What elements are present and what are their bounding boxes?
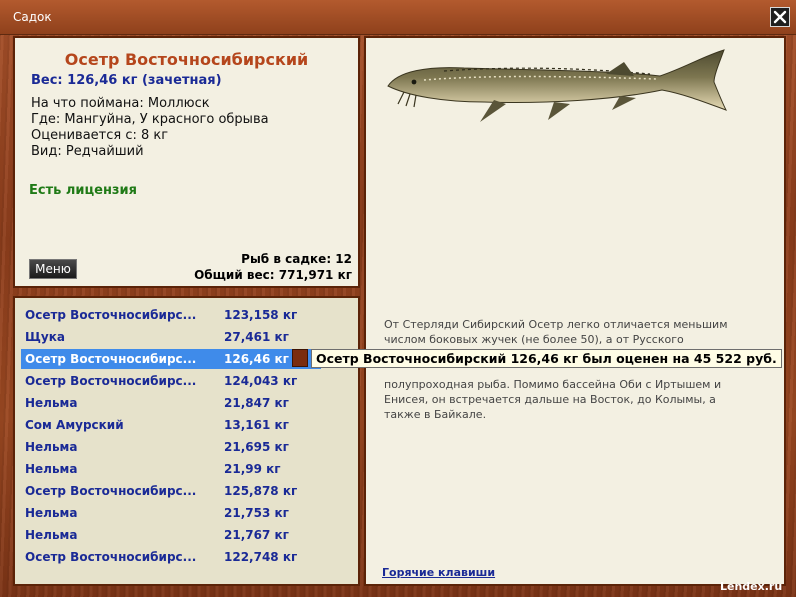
fish-list-item[interactable]: Нельма 21,753 кг xyxy=(21,503,321,523)
fish-item-name: Щука xyxy=(25,330,65,344)
fish-item-weight: 21,753 кг xyxy=(224,506,289,520)
fish-item-name: Нельма xyxy=(25,528,78,542)
fish-item-weight: 27,461 кг xyxy=(224,330,289,344)
license-status: Есть лицензия xyxy=(29,183,137,198)
fish-weight: Вес: 126,46 кг (зачетная) xyxy=(31,73,222,88)
fish-item-weight: 126,46 кг xyxy=(224,352,289,366)
fish-item-name: Нельма xyxy=(25,506,78,520)
fish-name-heading: Осетр Восточносибирский xyxy=(64,50,309,69)
fish-item-name: Осетр Восточносибирс... xyxy=(25,484,197,498)
description-line: также в Байкале. xyxy=(384,408,487,421)
fish-item-name: Нельма xyxy=(25,462,78,476)
fish-item-weight: 123,158 кг xyxy=(224,308,298,322)
value-tooltip: Осетр Восточносибирский 126,46 кг был оц… xyxy=(311,349,782,368)
fish-item-weight: 122,748 кг xyxy=(224,550,298,564)
description-line: Енисея, он встречается дальше на Восток,… xyxy=(384,393,716,406)
description-line: числом боковых жучек (не более 50), а от… xyxy=(384,333,684,346)
place-line: Где: Мангуйна, У красного обрыва xyxy=(31,112,269,127)
cage-count: Рыб в садке: 12 xyxy=(241,252,352,266)
fish-list-item-selected[interactable]: Осетр Восточносибирс... 126,46 кг xyxy=(21,349,321,369)
fish-list-item[interactable]: Щука 27,461 кг xyxy=(21,327,321,347)
rated-line: Оценивается с: 8 кг xyxy=(31,128,169,143)
rarity-line: Вид: Редчайший xyxy=(31,144,144,159)
close-icon xyxy=(773,10,787,24)
description-line: От Стерляди Сибирский Осетр легко отлича… xyxy=(384,318,728,331)
fish-description: От Стерляди Сибирский Осетр легко отлича… xyxy=(384,317,754,422)
fish-list-item[interactable]: Нельма 21,99 кг xyxy=(21,459,321,479)
sturgeon-image xyxy=(387,49,728,122)
fish-list-item[interactable]: Осетр Восточносибирс... 124,043 кг xyxy=(21,371,321,391)
fish-list-item[interactable]: Сом Амурский 13,161 кг xyxy=(21,415,321,435)
fish-item-weight: 21,695 кг xyxy=(224,440,289,454)
fish-item-name: Осетр Восточносибирс... xyxy=(25,308,197,322)
fish-item-name: Нельма xyxy=(25,396,78,410)
fish-list-item[interactable]: Осетр Восточносибирс... 123,158 кг xyxy=(21,305,321,325)
cage-total-weight: Общий вес: 771,971 кг xyxy=(194,268,352,282)
fish-item-weight: 13,161 кг xyxy=(224,418,289,432)
menu-button[interactable]: Меню xyxy=(29,259,77,279)
fish-item-name: Осетр Восточносибирс... xyxy=(25,550,197,564)
fish-list-item[interactable]: Нельма 21,767 кг xyxy=(21,525,321,545)
fish-list-item[interactable]: Осетр Восточносибирс... 122,748 кг xyxy=(21,547,321,567)
bait-line: На что поймана: Моллюск xyxy=(31,96,210,111)
titlebar: Садок xyxy=(0,0,796,35)
fish-list-item[interactable]: Осетр Восточносибирс... 125,878 кг xyxy=(21,481,321,501)
hotkeys-link[interactable]: Горячие клавиши xyxy=(382,566,495,579)
catch-info-panel: Осетр Восточносибирский Вес: 126,46 кг (… xyxy=(13,36,360,288)
list-scrollbar-thumb[interactable] xyxy=(292,349,308,367)
fish-item-weight: 21,99 кг xyxy=(224,462,281,476)
fish-list-item[interactable]: Нельма 21,695 кг xyxy=(21,437,321,457)
description-line: полупроходная рыба. Помимо бассейна Оби … xyxy=(384,378,722,391)
cage-window: Садок Осетр Восточносибирский Вес: 126,4… xyxy=(0,0,796,597)
watermark: Lendex.ru xyxy=(720,580,783,593)
description-panel: От Стерляди Сибирский Осетр легко отлича… xyxy=(364,36,786,586)
window-title: Садок xyxy=(13,10,52,24)
fish-list-item[interactable]: Нельма 21,847 кг xyxy=(21,393,321,413)
fish-item-name: Осетр Восточносибирс... xyxy=(25,352,197,366)
fish-item-weight: 125,878 кг xyxy=(224,484,298,498)
fish-item-weight: 124,043 кг xyxy=(224,374,298,388)
close-button[interactable] xyxy=(770,7,790,27)
fish-list-panel: Осетр Восточносибирс... 123,158 кг Щука … xyxy=(13,296,360,586)
fish-item-name: Нельма xyxy=(25,440,78,454)
fish-item-weight: 21,767 кг xyxy=(224,528,289,542)
fish-item-weight: 21,847 кг xyxy=(224,396,289,410)
fish-item-name: Сом Амурский xyxy=(25,418,124,432)
fish-item-name: Осетр Восточносибирс... xyxy=(25,374,197,388)
